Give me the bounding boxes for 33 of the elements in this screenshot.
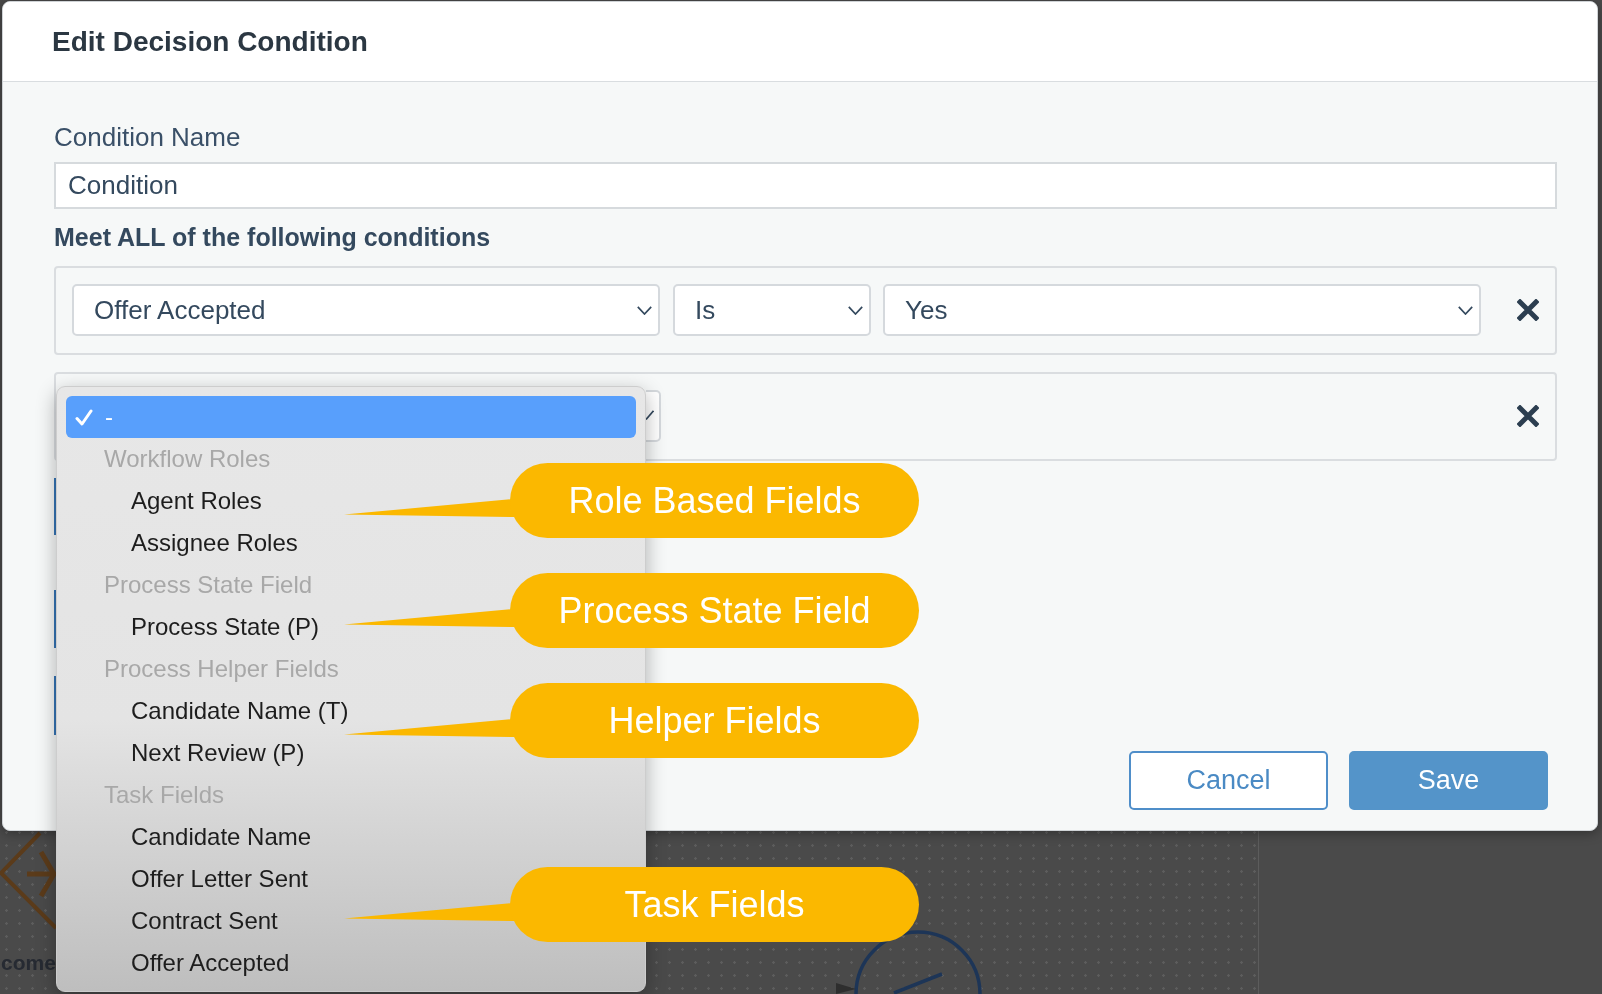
callout: Helper Fields: [510, 683, 919, 758]
dropdown-option[interactable]: Assignee Roles: [131, 522, 298, 564]
section-heading: Meet ALL of the following conditions: [54, 222, 491, 252]
callout: Role Based Fields: [510, 463, 919, 538]
chevron-icon: [848, 305, 863, 315]
chevron-icon: [1458, 305, 1473, 315]
dropdown-option[interactable]: Candidate Name: [131, 816, 312, 858]
check-icon: [75, 408, 93, 426]
group-heading: Process Helper Fields: [104, 654, 339, 684]
condition-name-input[interactable]: Condition: [54, 162, 1557, 209]
dropdown-option[interactable]: Process State (P): [131, 606, 320, 648]
close-icon[interactable]: [1517, 299, 1539, 321]
dialog-title: Edit Decision Condition: [52, 24, 368, 59]
callout: Process State Field: [510, 573, 919, 648]
dropdown-option[interactable]: Candidate Name (T): [131, 690, 349, 732]
field-label: Condition Name: [54, 122, 241, 152]
field-select[interactable]: Offer Accepted: [72, 284, 660, 336]
chevron-icon: [646, 410, 654, 420]
dropdown-option[interactable]: Contract Sent: [131, 900, 278, 942]
dropdown-option[interactable]: Agent Roles: [131, 480, 262, 522]
dropdown-option[interactable]: Offer Accepted: [131, 942, 290, 984]
group-heading: Workflow Roles: [104, 444, 271, 474]
dropdown-option[interactable]: Next Review (P): [131, 732, 305, 774]
operator-select[interactable]: Is: [673, 284, 871, 336]
arrowhead-icon: [836, 983, 856, 994]
value-select[interactable]: Yes: [883, 284, 1481, 336]
chevron-icon: [637, 305, 652, 315]
dropdown-option[interactable]: Offer Letter Sent: [131, 858, 308, 900]
group-heading: Process State Field: [104, 570, 313, 600]
close-icon[interactable]: [1517, 405, 1539, 427]
cancel-button[interactable]: Cancel: [1129, 751, 1328, 810]
callout: Task Fields: [510, 867, 919, 942]
select-edge[interactable]: [646, 390, 661, 442]
